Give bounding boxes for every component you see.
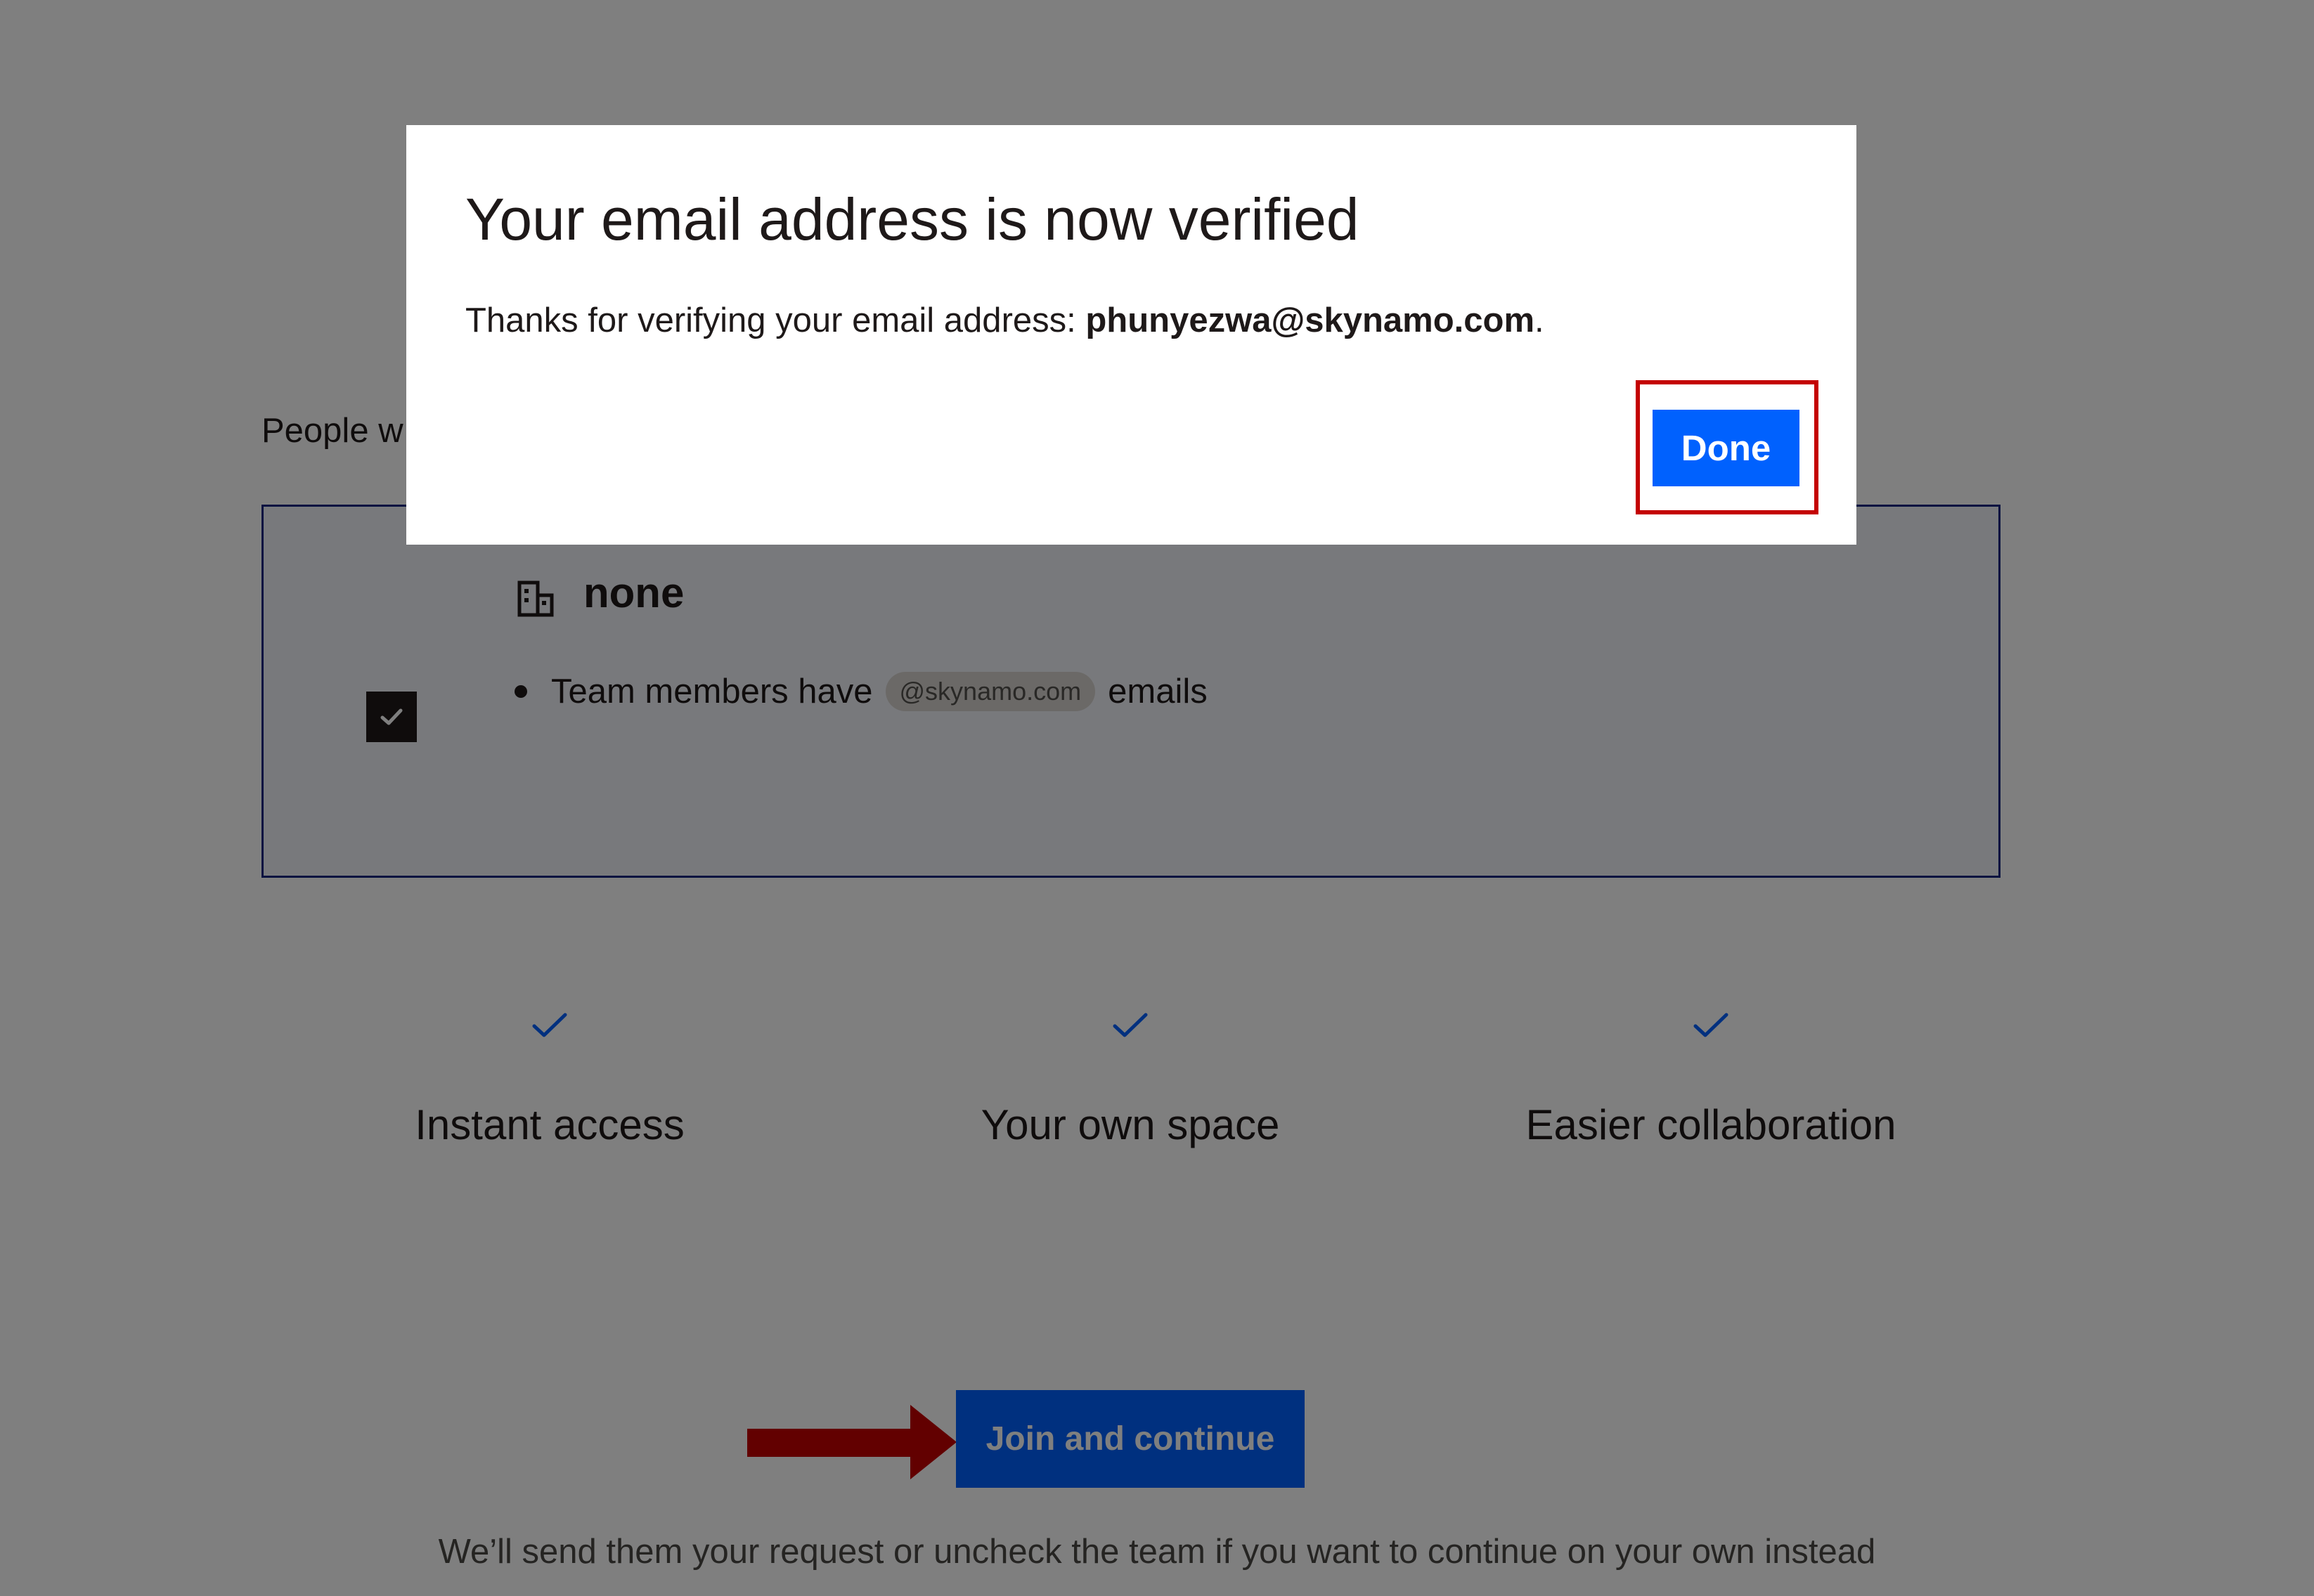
modal-body: Thanks for verifying your email address:… bbox=[465, 301, 1544, 340]
modal-body-period: . bbox=[1534, 301, 1544, 339]
verified-email: phunyezwa@skynamo.com bbox=[1085, 301, 1535, 339]
modal-title: Your email address is now verified bbox=[465, 186, 1359, 252]
verification-modal: Your email address is now verified Thank… bbox=[406, 125, 1856, 545]
done-button[interactable]: Done bbox=[1653, 410, 1799, 486]
modal-body-text: Thanks for verifying your email address: bbox=[465, 301, 1086, 339]
